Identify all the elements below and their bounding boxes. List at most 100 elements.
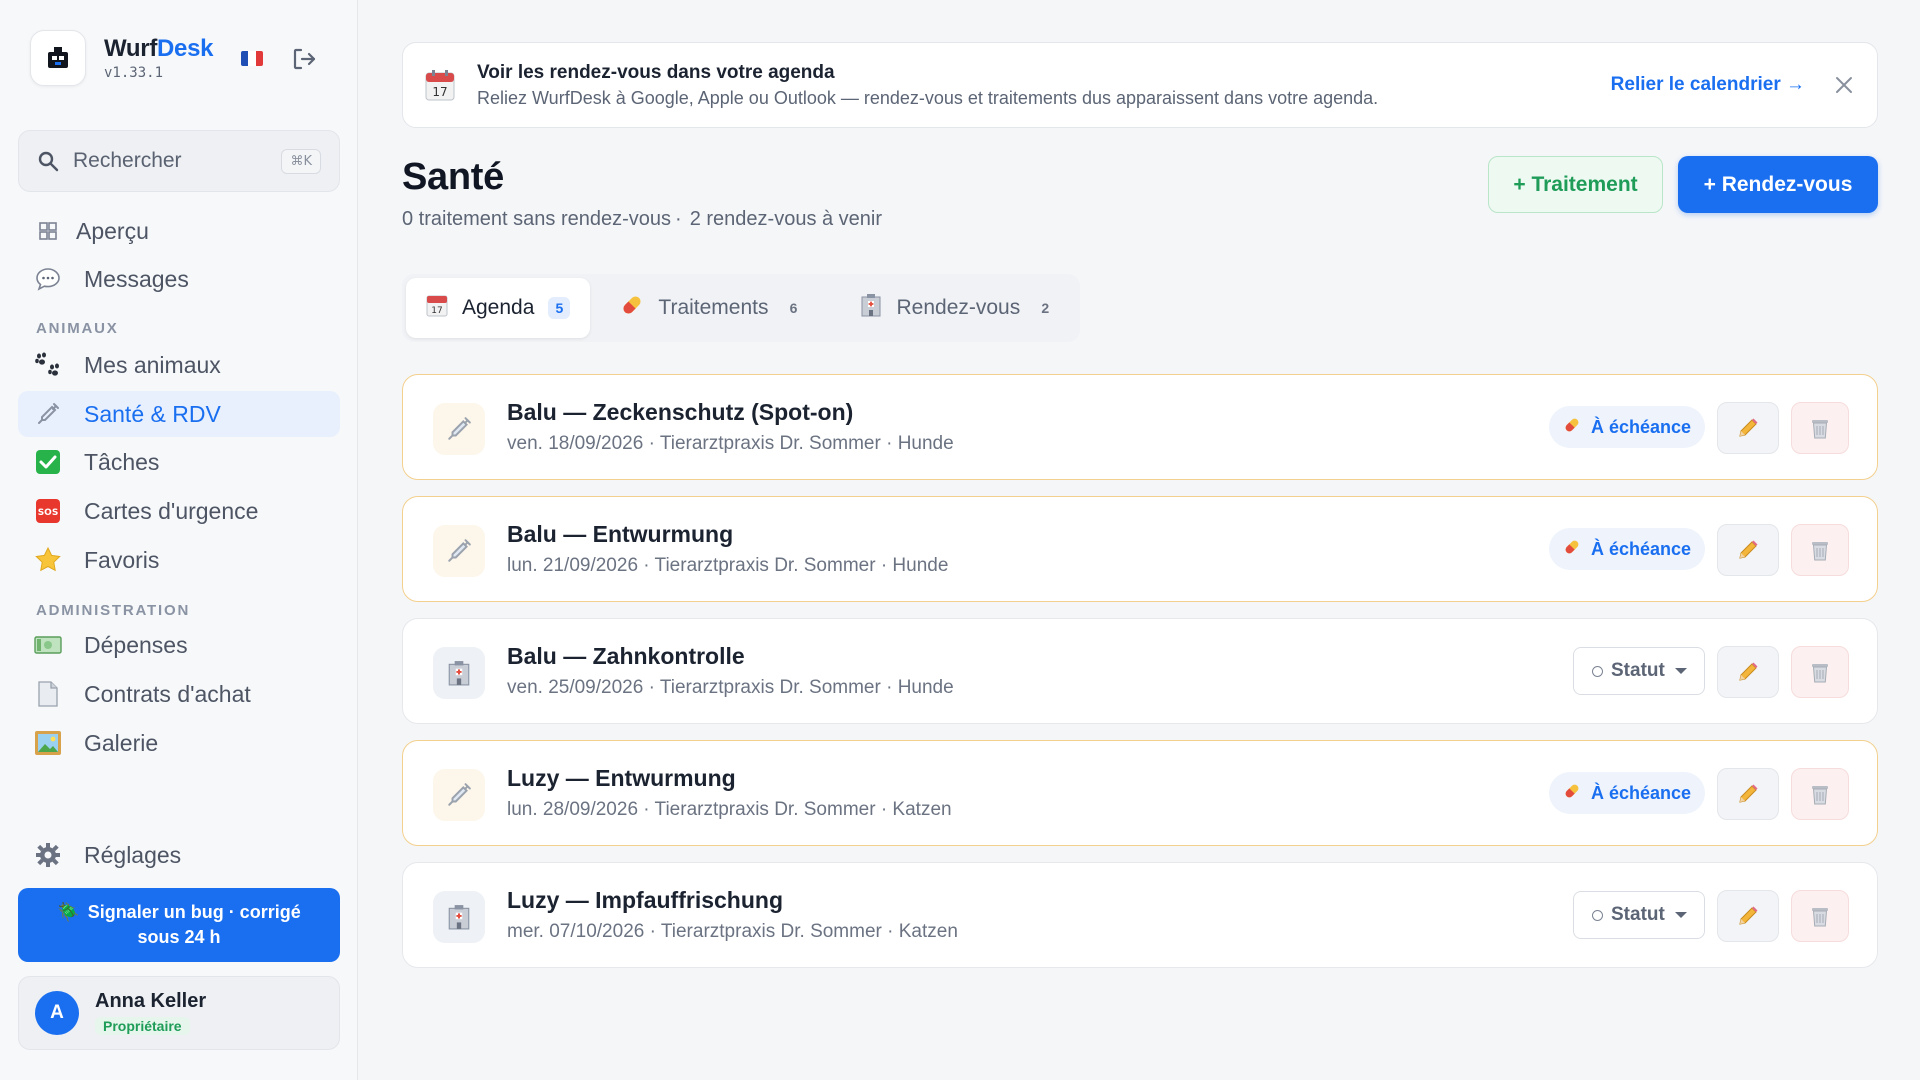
add-appointment-button[interactable]: + Rendez-vous [1678,156,1878,213]
banner-title: Voir les rendez-vous dans votre agenda [477,61,835,83]
circle-icon [1592,909,1603,921]
tab-rendez-vous[interactable]: Rendez-vous 2 [839,278,1077,338]
delete-button[interactable] [1791,646,1849,698]
edit-button[interactable] [1717,646,1779,698]
hospital-icon [433,647,485,699]
grid-icon [34,217,62,245]
delete-button[interactable] [1791,890,1849,942]
sidebar-item-apercu[interactable]: Aperçu [18,208,340,254]
search-icon [38,151,59,172]
agenda-list: Balu — Zeckenschutz (Spot-on) ven. 18/09… [402,374,1878,984]
close-icon[interactable] [1833,74,1855,96]
list-item[interactable]: Balu — Zahnkontrolle ven. 25/09/2026 · T… [402,618,1878,724]
trash-icon [1812,786,1828,805]
sidebar-item-label: Aperçu [76,217,149,244]
calendar-banner: 17 Voir les rendez-vous dans votre agend… [402,42,1878,128]
sidebar-item-label: Cartes d'urgence [84,497,259,524]
hospital-icon [859,293,883,323]
list-item[interactable]: Luzy — Entwurmung lun. 28/09/2026 · Tier… [402,740,1878,846]
pencil-icon [1739,662,1758,681]
syringe-icon [433,525,485,577]
sidebar-item-label: Tâches [84,448,160,475]
status-dropdown[interactable]: Statut [1573,891,1705,939]
sidebar-item-label: Dépenses [84,631,188,658]
status-dropdown[interactable]: Statut [1573,647,1705,695]
page-title: Santé [402,156,504,198]
sidebar-item-label: Mes animaux [84,351,221,378]
svg-text:17: 17 [431,306,442,316]
list-item[interactable]: Luzy — Impfauffrischung mer. 07/10/2026 … [402,862,1878,968]
svg-text:17: 17 [432,85,447,99]
sidebar-item-favoris[interactable]: Favoris [18,537,340,583]
user-profile-card[interactable]: A Anna Keller Propriétaire [18,976,340,1050]
sidebar: WurfDesk v1.33.1 Rechercher ⌘K Aperçu Me… [0,0,358,1080]
french-flag-icon[interactable] [241,51,263,66]
sidebar-item-messages[interactable]: Messages [18,256,340,302]
syringe-icon [433,769,485,821]
list-item[interactable]: Balu — Entwurmung lun. 21/09/2026 · Tier… [402,496,1878,602]
logout-icon[interactable] [290,45,318,73]
entry-title: Balu — Zeckenschutz (Spot-on) [507,399,854,425]
banknote-icon [34,631,62,659]
brand-name: WurfDesk [104,35,214,62]
sidebar-item-galerie[interactable]: Galerie [18,720,340,766]
edit-button[interactable] [1717,402,1779,454]
bug-icon: 🪲 [57,902,80,922]
user-role-badge: Propriétaire [95,1017,190,1035]
entry-meta: lun. 21/09/2026 · Tierarztpraxis Dr. Som… [507,555,949,576]
calendar-icon: 17 [425,70,455,101]
entry-meta: ven. 18/09/2026 · Tierarztpraxis Dr. Som… [507,433,954,454]
tab-count: 6 [789,300,798,316]
search-input[interactable]: Rechercher ⌘K [18,130,340,192]
svg-text:SOS: SOS [38,508,59,518]
pencil-icon [1739,418,1758,437]
due-badge[interactable]: À échéance [1548,406,1705,448]
banner-subtitle: Reliez WurfDesk à Google, Apple ou Outlo… [477,87,1379,108]
tab-agenda[interactable]: 17 Agenda 5 [406,278,591,338]
sidebar-item-taches[interactable]: Tâches [18,439,340,485]
sos-icon: SOS [34,497,62,525]
due-badge[interactable]: À échéance [1548,772,1705,814]
sidebar-item-contrats[interactable]: Contrats d'achat [18,671,340,717]
sidebar-item-sante[interactable]: Santé & RDV [18,391,340,437]
edit-button[interactable] [1717,890,1779,942]
report-bug-button[interactable]: 🪲 Signaler un bug · corrigé sous 24 h [18,888,340,962]
gear-icon [34,841,62,869]
pill-icon [1563,538,1581,561]
logo-icon [30,30,86,86]
picture-icon [34,729,62,757]
connect-calendar-link[interactable]: Relier le calendrier → [1611,74,1805,96]
pill-icon [1563,782,1581,805]
trash-icon [1812,664,1828,683]
paw-prints-icon [34,351,62,379]
trash-icon [1812,908,1828,927]
sidebar-item-reglages[interactable]: Réglages [18,832,340,878]
delete-button[interactable] [1791,768,1849,820]
app-version: v1.33.1 [104,65,164,81]
pill-icon [1563,416,1581,439]
due-badge[interactable]: À échéance [1548,528,1705,570]
edit-button[interactable] [1717,524,1779,576]
user-name: Anna Keller [95,990,207,1012]
calendar-icon: 17 [426,293,448,323]
pill-icon [620,293,644,323]
speech-bubble-icon [34,265,62,293]
sidebar-item-label: Réglages [84,841,182,868]
caret-down-icon [1674,912,1687,918]
pencil-icon [1739,784,1758,803]
star-icon [34,546,62,574]
sidebar-item-mes-animaux[interactable]: Mes animaux [18,342,340,388]
list-item[interactable]: Balu — Zeckenschutz (Spot-on) ven. 18/09… [402,374,1878,480]
sidebar-item-depenses[interactable]: Dépenses [18,622,340,668]
entry-meta: lun. 28/09/2026 · Tierarztpraxis Dr. Som… [507,799,952,820]
sidebar-item-cartes[interactable]: SOS Cartes d'urgence [18,488,340,534]
pencil-icon [1739,540,1758,559]
delete-button[interactable] [1791,524,1849,576]
delete-button[interactable] [1791,402,1849,454]
edit-button[interactable] [1717,768,1779,820]
brand[interactable]: WurfDesk v1.33.1 [30,30,214,86]
tab-traitements[interactable]: Traitements 6 [600,278,824,338]
add-treatment-button[interactable]: + Traitement [1488,156,1663,213]
circle-icon [1592,665,1603,677]
hospital-icon [433,891,485,943]
